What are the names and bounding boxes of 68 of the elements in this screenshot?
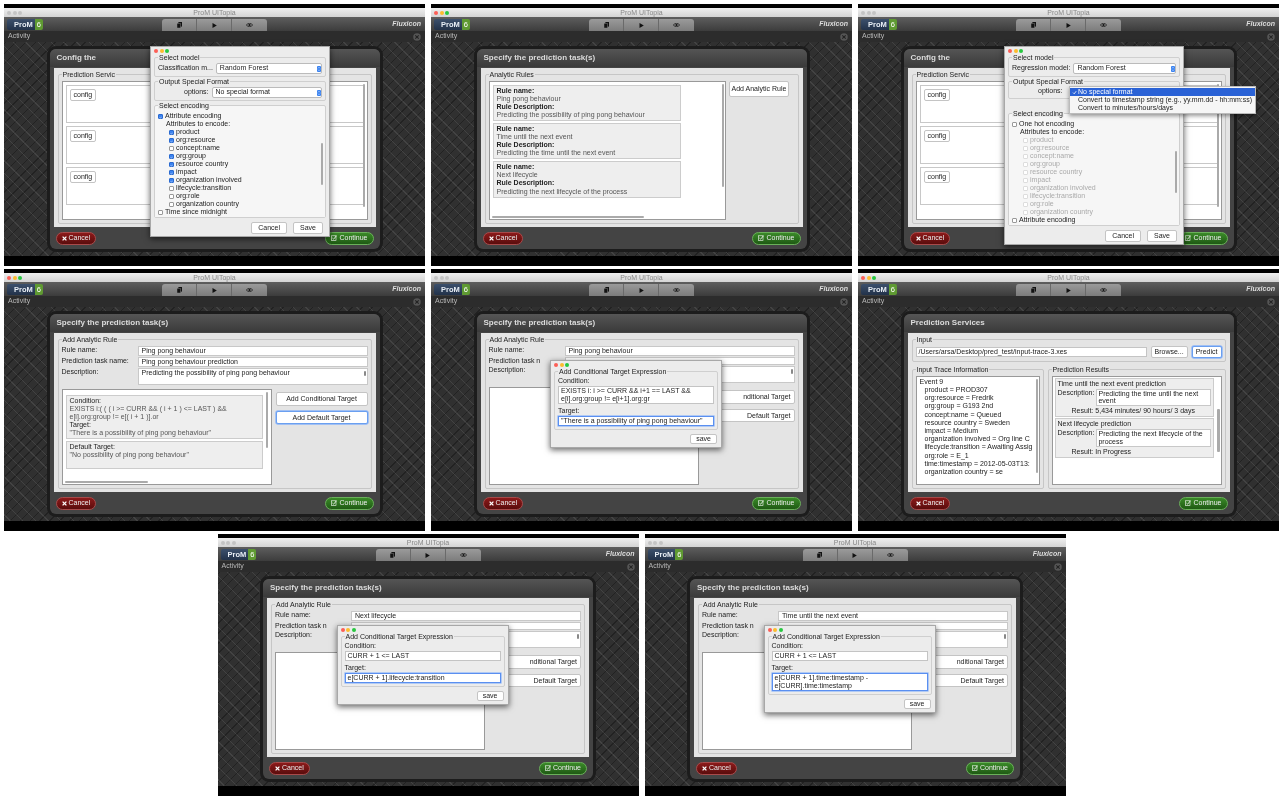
checkbox-icon [758, 500, 765, 506]
checkbox-icon [1185, 500, 1192, 506]
document-stack-icon [176, 22, 182, 28]
play-icon [638, 22, 644, 28]
dialog-title: Config the [56, 53, 97, 63]
document-stack-icon [1030, 287, 1036, 293]
checkbox-icon [331, 235, 338, 241]
x-icon [488, 235, 494, 241]
scrollbar [265, 392, 268, 449]
document-stack-icon [603, 22, 609, 28]
eye-icon [246, 23, 253, 27]
x-icon [275, 765, 280, 771]
checkbox-icon [971, 765, 978, 771]
checkbox-icon [331, 500, 338, 506]
x-icon [915, 235, 921, 241]
x-icon [702, 765, 707, 771]
x-icon [915, 500, 921, 506]
dialog-title: Specify the prediction task(s) [483, 318, 596, 328]
play-icon [1065, 287, 1071, 293]
traffic-lights-icon [554, 363, 569, 367]
play-icon [1065, 22, 1071, 28]
play-icon [211, 287, 217, 293]
dialog-title: Prediction Services [910, 318, 985, 328]
document-stack-icon [1030, 22, 1036, 28]
stepper-icon [317, 65, 321, 72]
play-icon [425, 552, 430, 558]
eye-icon [673, 23, 680, 27]
close-icon[interactable] [413, 32, 421, 41]
eye-icon [459, 553, 467, 557]
close-icon[interactable] [413, 297, 421, 306]
close-icon[interactable] [840, 297, 848, 306]
traffic-lights-icon [340, 628, 356, 632]
close-icon[interactable] [1267, 297, 1275, 306]
play-icon [638, 287, 644, 293]
play-icon [211, 22, 217, 28]
x-icon [488, 500, 494, 506]
dialog-title: Specify the prediction task(s) [697, 583, 809, 593]
close-icon[interactable] [1053, 562, 1062, 571]
eye-icon [673, 288, 680, 292]
x-icon [61, 235, 67, 241]
checkbox-icon [1185, 235, 1192, 241]
close-icon[interactable] [1267, 32, 1275, 41]
eye-icon [246, 288, 253, 292]
scrollbar [321, 142, 323, 186]
close-icon[interactable] [840, 32, 848, 41]
dialog-title: Specify the prediction task(s) [483, 53, 596, 63]
x-icon [61, 500, 67, 506]
stepper-icon [1171, 65, 1175, 72]
scrollbar [1217, 408, 1220, 452]
document-stack-icon [817, 552, 822, 558]
checkmark-icon [159, 114, 162, 120]
document-stack-icon [390, 552, 395, 558]
dialog-title: Config the [910, 53, 951, 63]
checkbox-icon [544, 765, 551, 771]
traffic-lights-icon [767, 628, 783, 632]
checkbox-icon [758, 235, 765, 241]
eye-icon [886, 553, 894, 557]
document-stack-icon [176, 287, 182, 293]
dialog-title: Specify the prediction task(s) [56, 318, 169, 328]
traffic-lights-icon [1008, 49, 1023, 53]
document-stack-icon [603, 287, 609, 293]
play-icon [852, 552, 857, 558]
eye-icon [1100, 288, 1107, 292]
traffic-lights-icon [154, 49, 169, 53]
dialog-title: Specify the prediction task(s) [270, 583, 382, 593]
eye-icon [1100, 23, 1107, 27]
close-icon[interactable] [626, 562, 635, 571]
stepper-icon [317, 89, 321, 96]
